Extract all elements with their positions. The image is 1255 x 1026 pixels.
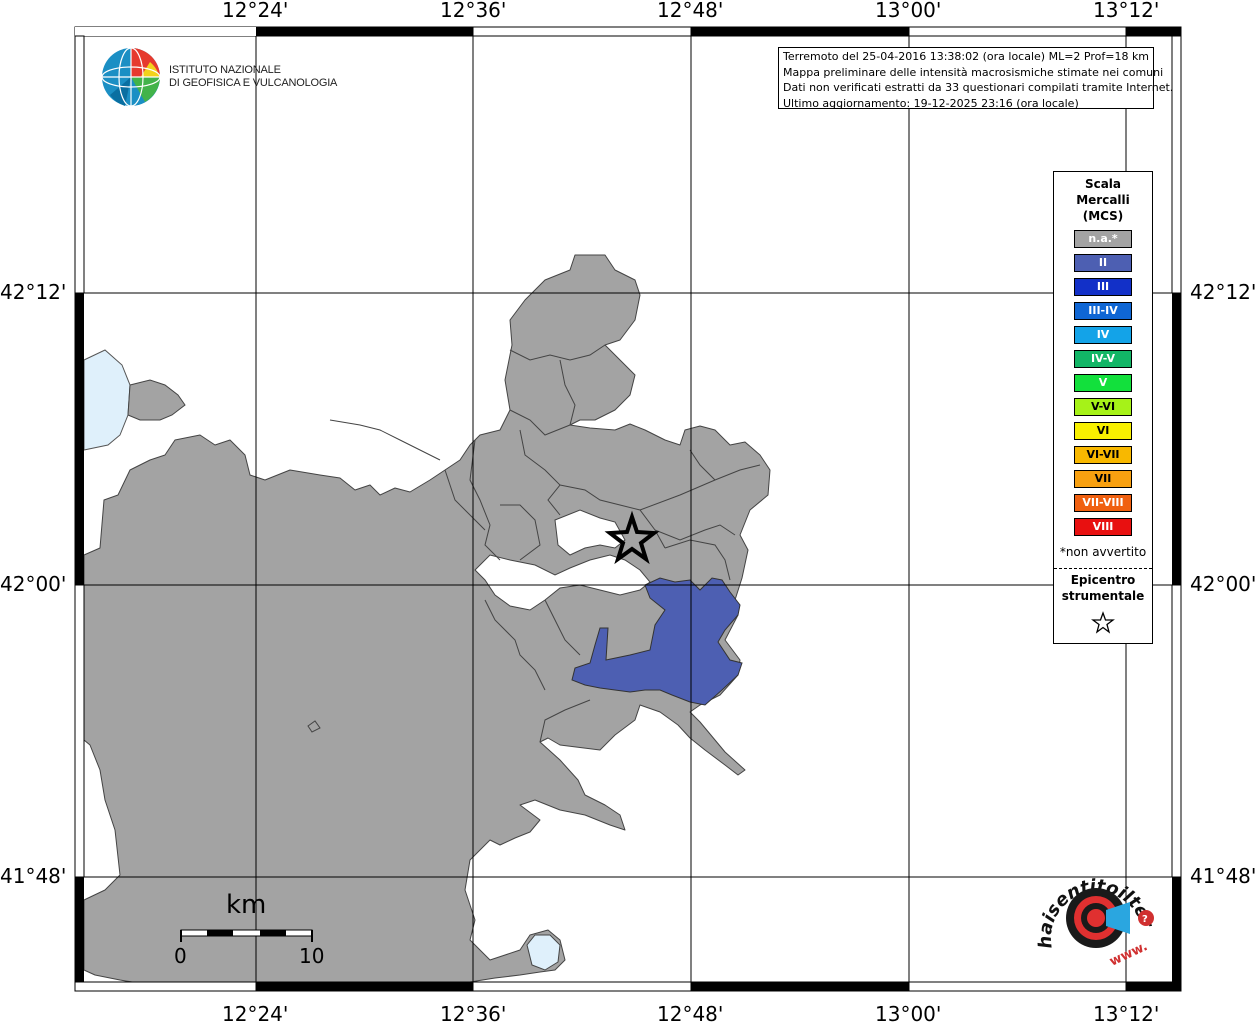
ingv-logo-globe: [101, 47, 161, 107]
top-lon-label-1: 12°24': [222, 0, 289, 22]
bottom-lon-label-4: 13°00': [875, 1002, 942, 1026]
legend-title: Scala Mercalli (MCS): [1054, 176, 1152, 224]
haisentito-url: www.: [1107, 939, 1150, 970]
legend-item-iv: IV: [1074, 326, 1132, 344]
bottom-lon-label-3: 12°48': [657, 1002, 724, 1026]
legend-separator: [1054, 568, 1152, 569]
legend-item-vi: VI: [1074, 422, 1132, 440]
haisentito-logo: haisentitoilterremoto.it ? www.: [1030, 858, 1158, 970]
scale-min-label: 0: [174, 944, 187, 968]
legend-item-viii: VIII: [1074, 518, 1132, 536]
earthquake-info-box: Terremoto del 25-04-2016 13:38:02 (ora l…: [778, 47, 1174, 110]
info-description: Mappa preliminare delle intensità macros…: [783, 65, 1164, 79]
bottom-lon-label-2: 12°36': [440, 1002, 507, 1026]
info-last-update: Ultimo aggiornamento: 19-12-2025 23:16 (…: [783, 96, 1079, 110]
legend-item-n-a-: n.a.*: [1074, 230, 1132, 248]
legend-item-ii: II: [1074, 254, 1132, 272]
legend-item-v: V: [1074, 374, 1132, 392]
top-lon-label-4: 13°00': [875, 0, 942, 22]
top-lon-label-5: 13°12': [1093, 0, 1160, 22]
left-lat-label-3: 41°48': [0, 864, 67, 888]
left-lat-label-2: 42°00': [0, 572, 67, 596]
top-lon-label-2: 12°36': [440, 0, 507, 22]
left-lat-label-1: 42°12': [0, 280, 67, 304]
bottom-lon-label-1: 12°24': [222, 1002, 289, 1026]
legend-item-vii: VII: [1074, 470, 1132, 488]
scale-unit-label: km: [226, 890, 267, 920]
ingv-logo-text: ISTITUTO NAZIONALE DI GEOFISICA E VULCAN…: [169, 64, 337, 90]
mcs-legend: Scala Mercalli (MCS) n.a.* II III III-IV IV I…: [1053, 171, 1153, 644]
info-data-source: Dati non verificati estratti da 33 quest…: [783, 81, 1174, 94]
ingv-logo-line1: ISTITUTO NAZIONALE: [169, 64, 281, 76]
info-event: Terremoto del 25-04-2016 13:38:02 (ora l…: [783, 50, 1150, 63]
legend-star-icon: [1091, 611, 1115, 634]
right-lat-label-3: 41°48': [1190, 864, 1255, 888]
legend-title-line3: (MCS): [1082, 209, 1124, 223]
legend-item-v-vi: V-VI: [1074, 398, 1132, 416]
legend-note: *non avvertito: [1059, 545, 1147, 559]
legend-epicenter-line1: Epicentro: [1070, 573, 1136, 587]
right-lat-label-1: 42°12': [1190, 280, 1255, 304]
legend-item-vi-vii: VI-VII: [1074, 446, 1132, 464]
ingv-logo-line2: DI GEOFISICA E VULCANOLOGIA: [169, 77, 338, 89]
svg-text:?: ?: [1142, 914, 1148, 925]
legend-title-line2: Mercalli: [1076, 193, 1130, 207]
bottom-lon-label-5: 13°12': [1093, 1002, 1160, 1026]
legend-item-iii-iv: III-IV: [1074, 302, 1132, 320]
legend-item-vii-viii: VII-VIII: [1074, 494, 1132, 512]
legend-title-line1: Scala: [1084, 177, 1122, 191]
legend-item-iv-v: IV-V: [1074, 350, 1132, 368]
top-lon-label-3: 12°48': [657, 0, 724, 22]
right-lat-label-2: 42°00': [1190, 572, 1255, 596]
legend-item-iii: III: [1074, 278, 1132, 296]
legend-epicenter-line2: strumentale: [1061, 589, 1145, 603]
scale-max-label: 10: [299, 944, 325, 968]
legend-epicenter-label: Epicentro strumentale: [1054, 572, 1152, 604]
